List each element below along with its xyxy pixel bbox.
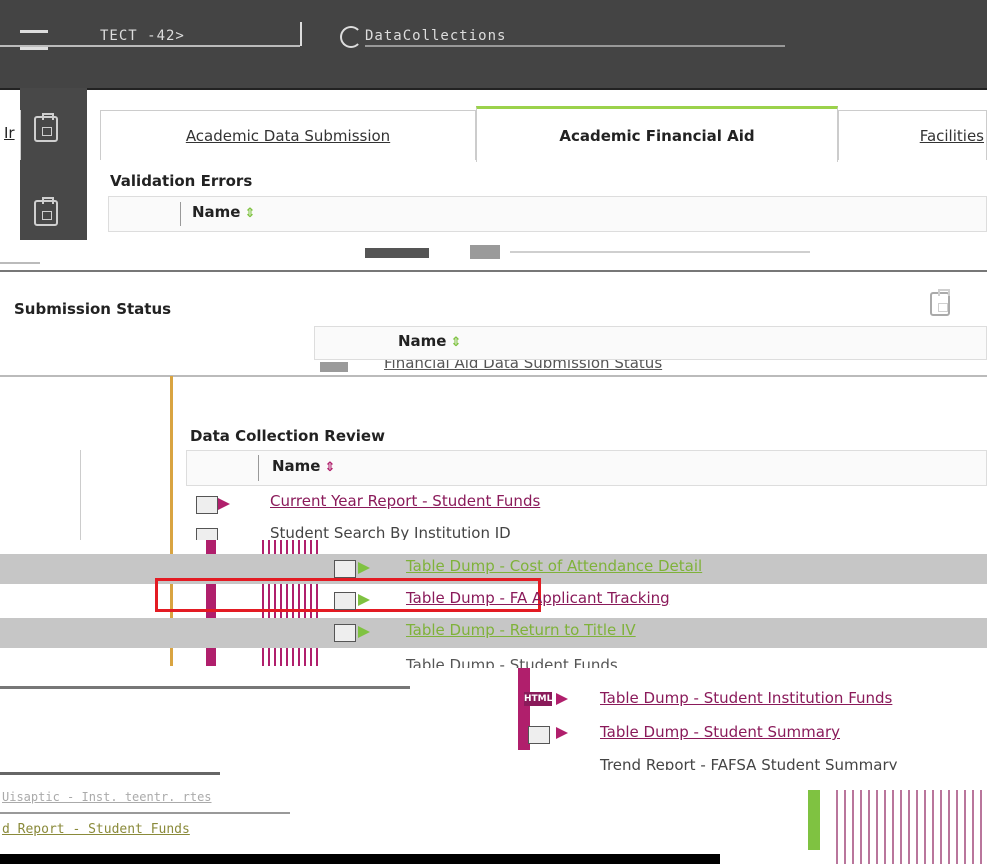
list-item[interactable]: Current Year Report - Student Funds bbox=[196, 492, 696, 516]
name-column-header[interactable]: Name ⇕ bbox=[272, 457, 335, 475]
arrow-icon bbox=[556, 693, 568, 705]
report-icon bbox=[196, 528, 218, 540]
submission-status-title: Submission Status bbox=[14, 300, 172, 318]
data-collection-review-title: Data Collection Review bbox=[190, 427, 385, 445]
arrow-icon bbox=[358, 562, 370, 574]
refresh-icon[interactable] bbox=[340, 26, 362, 48]
column-divider bbox=[258, 455, 259, 481]
header-breadcrumb-fragment: DataCollections bbox=[365, 28, 507, 44]
list-item[interactable]: Trend Report - FAFSA Student Summary bbox=[524, 756, 987, 770]
tab-academic-financial-aid[interactable]: Academic Financial Aid bbox=[476, 106, 838, 162]
header-title-fragment: TECT -42> bbox=[100, 28, 185, 44]
report-icon bbox=[528, 726, 550, 744]
arrow-icon bbox=[358, 594, 370, 606]
report-icon bbox=[334, 560, 356, 578]
list-item[interactable]: Table Dump - FA Applicant Tracking bbox=[334, 588, 934, 614]
render-artifact-block bbox=[808, 790, 820, 850]
clipboard-icon[interactable] bbox=[34, 113, 58, 142]
report-icon bbox=[320, 362, 348, 372]
column-divider bbox=[180, 202, 181, 226]
report-icon bbox=[470, 245, 500, 259]
render-artifact-line bbox=[0, 375, 987, 377]
report-icon bbox=[334, 624, 356, 642]
validation-errors-title: Validation Errors bbox=[110, 172, 253, 190]
header-rule-2 bbox=[365, 45, 785, 47]
arrow-icon bbox=[358, 626, 370, 638]
fragment-text: d Report - Student Funds bbox=[2, 822, 190, 837]
header-rule bbox=[0, 45, 300, 47]
clipboard-icon[interactable] bbox=[34, 197, 58, 226]
clipboard-icon[interactable] bbox=[930, 289, 950, 316]
list-item[interactable]: HTML Table Dump - Student Institution Fu… bbox=[524, 688, 987, 714]
render-artifact-line bbox=[0, 854, 720, 864]
tab-partial-left[interactable]: Ir bbox=[0, 110, 21, 160]
sort-icon[interactable]: ⇕ bbox=[450, 335, 461, 350]
report-icon bbox=[196, 496, 218, 514]
app-header: TECT -42> DataCollections bbox=[0, 0, 987, 90]
arrow-icon bbox=[218, 498, 230, 510]
report-icon bbox=[334, 592, 356, 610]
name-column-header[interactable]: Name ⇕ bbox=[192, 203, 255, 221]
html-report-icon: HTML bbox=[524, 692, 553, 706]
tab-label[interactable]: Academic Data Submission bbox=[186, 127, 390, 145]
name-column-header[interactable]: Name ⇕ bbox=[398, 332, 461, 350]
sort-icon[interactable]: ⇕ bbox=[244, 206, 255, 221]
sort-icon[interactable]: ⇕ bbox=[324, 460, 335, 475]
list-item[interactable]: Student Search By Institution ID bbox=[196, 524, 756, 540]
fragment-text: Uisaptic - Inst. teentr. rtes bbox=[2, 790, 212, 804]
menu-icon[interactable] bbox=[20, 30, 48, 50]
tab-label[interactable]: Facilities bbox=[920, 127, 984, 145]
arrow-icon bbox=[556, 727, 568, 739]
header-bracket bbox=[300, 22, 302, 46]
tab-facilities[interactable]: Facilities bbox=[838, 110, 987, 160]
render-artifact-line bbox=[0, 686, 410, 689]
list-item[interactable]: Table Dump - Student Summary bbox=[524, 722, 987, 748]
list-item[interactable]: Table Dump - Student Funds bbox=[334, 656, 874, 668]
render-artifact-line bbox=[0, 772, 220, 775]
render-artifact-line bbox=[0, 812, 290, 814]
left-panel-edge bbox=[0, 450, 81, 540]
tab-academic-data-submission[interactable]: Academic Data Submission bbox=[100, 110, 476, 160]
list-item[interactable]: Table Dump - Return to Title IV bbox=[334, 620, 934, 646]
render-artifact-band bbox=[0, 240, 987, 272]
render-artifact-block bbox=[836, 790, 987, 864]
submission-status-item[interactable]: Financial Aid Data Submission Status bbox=[320, 360, 880, 376]
left-sidebar bbox=[20, 88, 87, 248]
tab-label: Academic Financial Aid bbox=[559, 126, 755, 145]
